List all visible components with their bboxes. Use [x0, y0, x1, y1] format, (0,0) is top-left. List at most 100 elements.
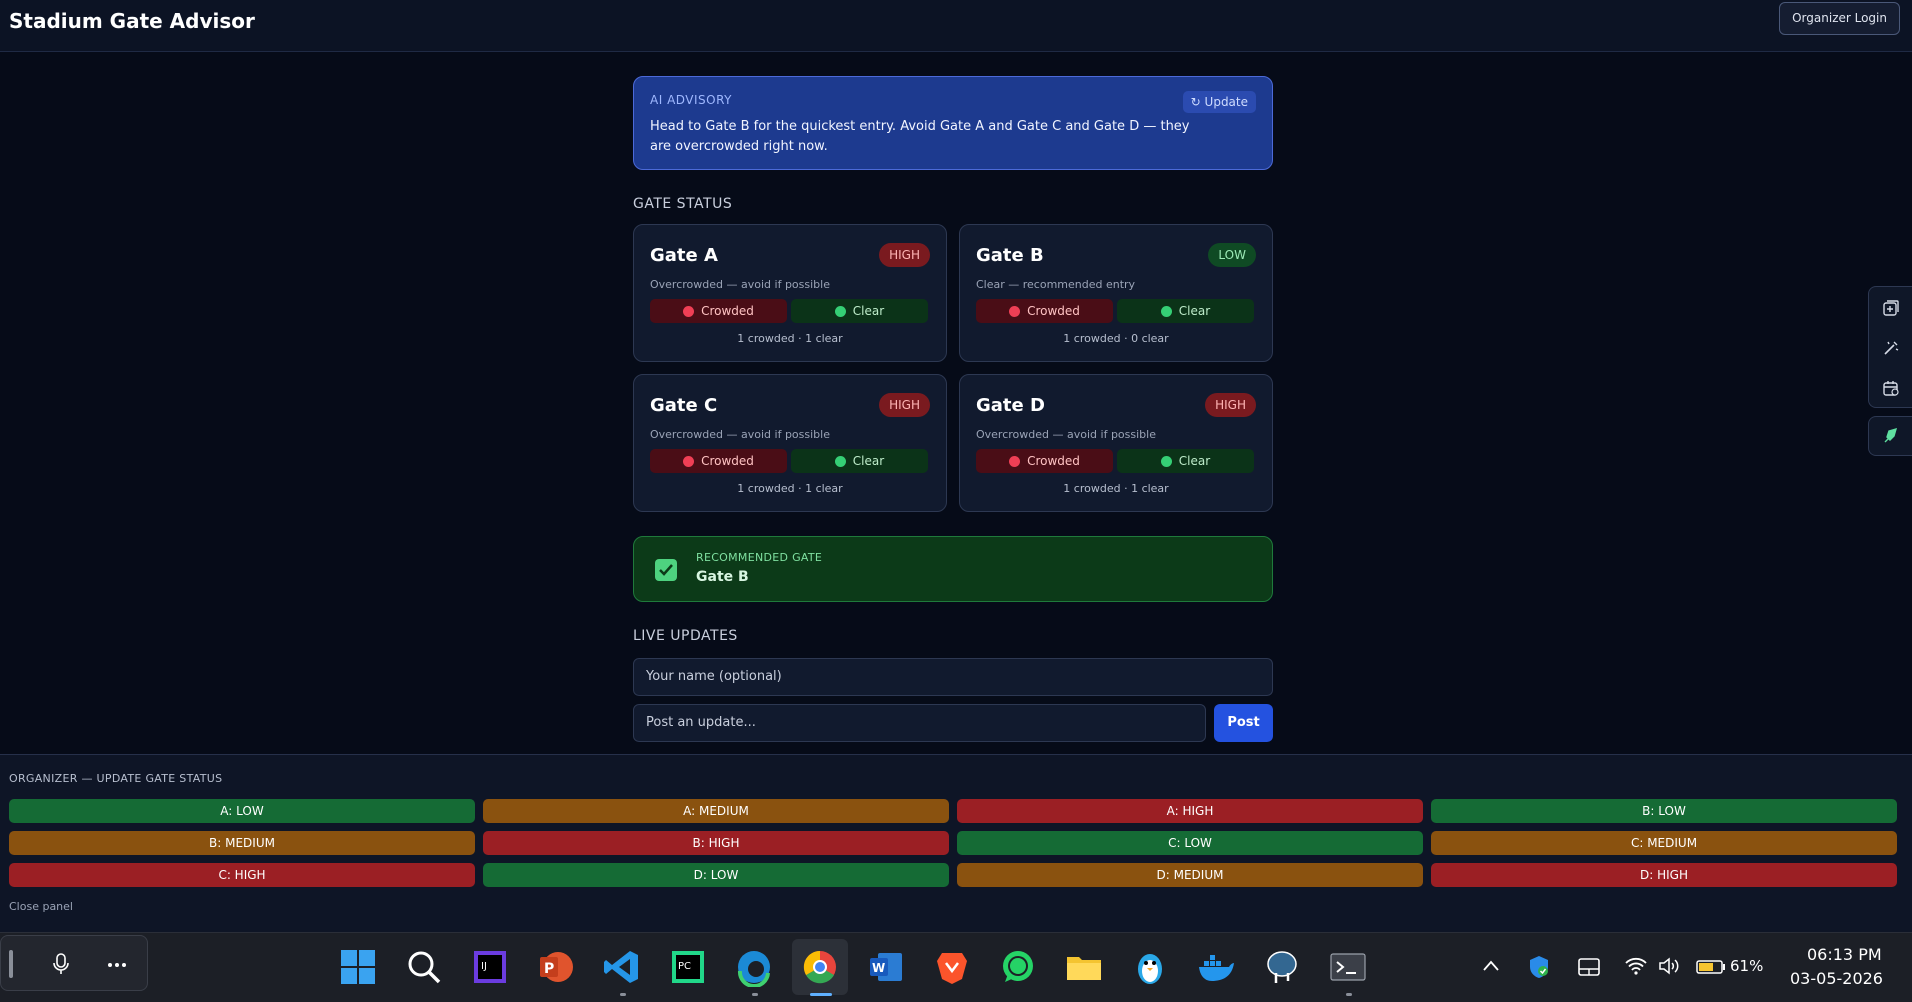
vscode-running-indicator	[620, 993, 626, 996]
vote-crowded-label: Crowded	[701, 304, 754, 318]
set-b-medium-button[interactable]: B: MEDIUM	[9, 831, 475, 855]
calendar-settings-icon[interactable]	[1882, 379, 1900, 397]
microphone-icon[interactable]	[51, 952, 71, 976]
pycharm-icon[interactable]: PC	[668, 947, 708, 987]
app-title: Stadium Gate Advisor	[9, 9, 255, 33]
gate-card-c: Gate C HIGH Overcrowded — avoid if possi…	[633, 374, 947, 512]
vote-clear-label: Clear	[1178, 304, 1211, 318]
organizer-login-button[interactable]: Organizer Login	[1779, 2, 1900, 35]
gate-grid: Gate A HIGH Overcrowded — avoid if possi…	[633, 224, 1273, 512]
postgresql-icon[interactable]	[1262, 947, 1302, 987]
update-advisory-button[interactable]: ↻ Update	[1182, 91, 1256, 113]
vote-crowded-button[interactable]: Crowded	[650, 449, 787, 473]
side-toolbar	[1868, 286, 1912, 408]
set-c-high-button[interactable]: C: HIGH	[9, 863, 475, 887]
set-b-high-button[interactable]: B: HIGH	[483, 831, 949, 855]
vote-clear-button[interactable]: Clear	[1117, 449, 1254, 473]
svg-text:W: W	[872, 961, 885, 975]
set-a-high-button[interactable]: A: HIGH	[957, 799, 1423, 823]
tablet-mode-icon[interactable]	[1578, 958, 1600, 976]
clock-date[interactable]: 03-05-2026	[1790, 969, 1883, 988]
vote-clear-button[interactable]: Clear	[1117, 299, 1254, 323]
battery-icon[interactable]	[1696, 959, 1726, 975]
powerpoint-icon[interactable]: P	[536, 947, 576, 987]
status-badge: HIGH	[879, 393, 930, 417]
wifi-icon[interactable]	[1624, 957, 1648, 975]
edit-wand-icon[interactable]	[1882, 339, 1900, 357]
taskbar: IJ P PC W 61% 06:13 PM 03-05-2026	[0, 932, 1912, 1002]
green-dot-icon	[1160, 455, 1172, 467]
vote-crowded-button[interactable]: Crowded	[976, 299, 1113, 323]
clock-time[interactable]: 06:13 PM	[1807, 945, 1882, 964]
advisory-label: AI ADVISORY	[650, 93, 733, 107]
set-c-medium-button[interactable]: C: MEDIUM	[1431, 831, 1897, 855]
set-c-low-button[interactable]: C: LOW	[957, 831, 1423, 855]
status-badge: LOW	[1208, 243, 1256, 267]
edge-icon[interactable]	[734, 947, 774, 987]
organizer-title: ORGANIZER — UPDATE GATE STATUS	[9, 772, 223, 785]
post-button[interactable]: Post	[1214, 704, 1273, 742]
vote-clear-button[interactable]: Clear	[791, 449, 928, 473]
advisory-text: Head to Gate B for the quickest entry. A…	[650, 119, 1190, 154]
set-d-medium-button[interactable]: D: MEDIUM	[957, 863, 1423, 887]
set-d-high-button[interactable]: D: HIGH	[1431, 863, 1897, 887]
gate-vote-counts: 1 crowded · 1 clear	[737, 482, 843, 495]
set-d-low-button[interactable]: D: LOW	[483, 863, 949, 887]
chrome-active-indicator	[810, 993, 832, 996]
security-shield-icon[interactable]	[1528, 955, 1550, 979]
more-options-icon[interactable]	[107, 962, 127, 968]
vote-clear-label: Clear	[852, 304, 885, 318]
gate-description: Overcrowded — avoid if possible	[976, 428, 1156, 441]
svg-text:P: P	[544, 961, 554, 977]
recommended-gate-card: RECOMMENDED GATE Gate B	[633, 536, 1273, 602]
recommended-label: RECOMMENDED GATE	[696, 551, 823, 564]
gate-card-a: Gate A HIGH Overcrowded — avoid if possi…	[633, 224, 947, 362]
post-update-input[interactable]: Post an update...	[633, 704, 1207, 742]
penguin-icon[interactable]	[1130, 947, 1170, 987]
checkmark-icon	[655, 559, 677, 581]
chevron-up-icon[interactable]	[1482, 959, 1500, 973]
live-updates-title: LIVE UPDATES	[633, 628, 738, 644]
word-icon[interactable]: W	[866, 947, 906, 987]
red-dot-icon	[1009, 305, 1021, 317]
volume-icon[interactable]	[1658, 957, 1682, 975]
vote-clear-button[interactable]: Clear	[791, 299, 928, 323]
gate-vote-counts: 1 crowded · 1 clear	[1063, 482, 1169, 495]
top-header: Stadium Gate Advisor Organizer Login	[0, 0, 1912, 52]
brave-icon[interactable]	[932, 947, 972, 987]
voice-input-widget	[0, 935, 148, 991]
vote-crowded-button[interactable]: Crowded	[976, 449, 1113, 473]
search-icon[interactable]	[404, 947, 444, 987]
vote-clear-label: Clear	[1178, 454, 1211, 468]
vscode-icon[interactable]	[602, 947, 642, 987]
set-a-medium-button[interactable]: A: MEDIUM	[483, 799, 949, 823]
close-panel-link[interactable]: Close panel	[9, 900, 73, 913]
red-dot-icon	[683, 455, 695, 467]
gate-description: Clear — recommended entry	[976, 278, 1136, 291]
main-content: AI ADVISORY Head to Gate B for the quick…	[633, 76, 1273, 742]
whatsapp-icon[interactable]	[998, 947, 1038, 987]
set-b-low-button[interactable]: B: LOW	[1431, 799, 1897, 823]
terminal-running-indicator	[1346, 993, 1352, 996]
name-input[interactable]: Your name (optional)	[633, 658, 1273, 696]
vote-crowded-button[interactable]: Crowded	[650, 299, 787, 323]
chrome-icon[interactable]	[800, 947, 840, 987]
drag-handle[interactable]	[9, 950, 13, 978]
rocket-icon[interactable]	[1882, 427, 1900, 445]
file-explorer-icon[interactable]	[1064, 947, 1104, 987]
terminal-icon[interactable]	[1328, 947, 1368, 987]
status-badge: HIGH	[879, 243, 930, 267]
set-a-low-button[interactable]: A: LOW	[9, 799, 475, 823]
add-tab-icon[interactable]	[1882, 299, 1900, 317]
red-dot-icon	[1009, 455, 1021, 467]
vote-crowded-label: Crowded	[1027, 304, 1080, 318]
svg-text:IJ: IJ	[481, 961, 487, 972]
windows-start-icon[interactable]	[338, 947, 378, 987]
intellij-icon[interactable]: IJ	[470, 947, 510, 987]
gate-description: Overcrowded — avoid if possible	[650, 428, 830, 441]
gate-card-b: Gate B LOW Clear — recommended entry Cro…	[959, 224, 1273, 362]
organizer-panel: ORGANIZER — UPDATE GATE STATUS A: LOW A:…	[0, 754, 1912, 932]
green-dot-icon	[834, 455, 846, 467]
green-dot-icon	[1160, 305, 1172, 317]
docker-icon[interactable]	[1196, 947, 1236, 987]
